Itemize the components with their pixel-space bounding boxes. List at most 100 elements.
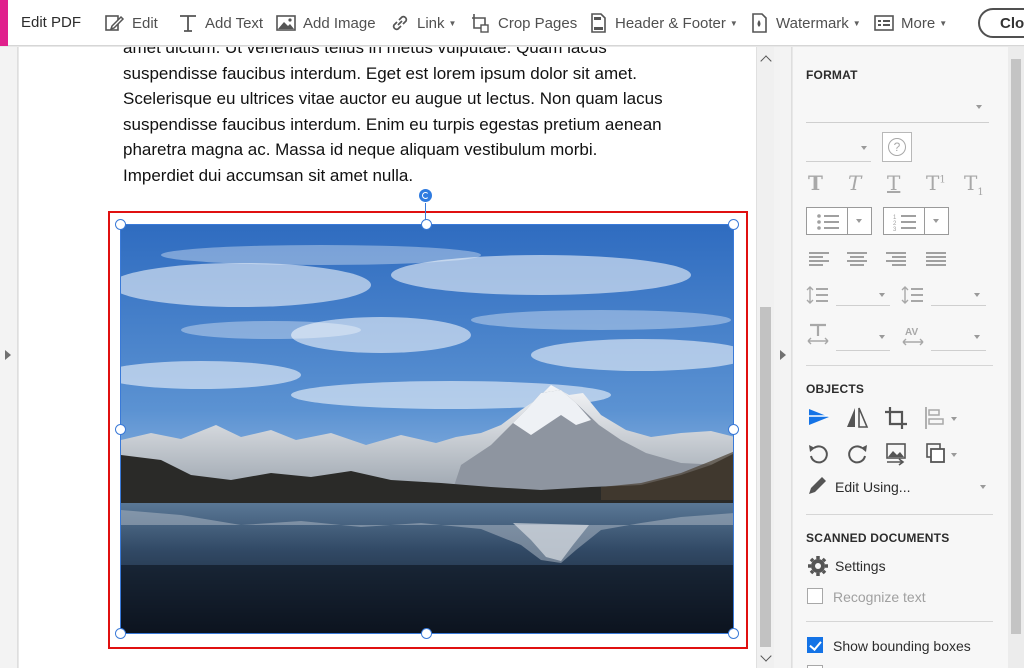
resize-handle-bottom-right[interactable]: [728, 628, 739, 639]
line-spacing-dropdown[interactable]: [836, 305, 890, 306]
header-footer-icon: [591, 13, 606, 33]
line-spacing-caret-icon: [879, 293, 885, 297]
crop-pages-icon: [472, 14, 489, 33]
add-text-label: Add Text: [205, 14, 264, 32]
recognize-text-label: Recognize text: [833, 589, 926, 605]
bullet-list-button[interactable]: [806, 207, 872, 235]
toolbar: Edit PDF Edit Add Text Add Image Link ▼ …: [0, 0, 1024, 46]
subscript-icon[interactable]: T1: [964, 171, 984, 198]
flip-horizontal-icon[interactable]: [844, 405, 870, 431]
align-right-icon[interactable]: [886, 252, 906, 266]
tool-accent-bar: [0, 0, 8, 46]
show-bounding-boxes-checkbox[interactable]: [807, 637, 823, 653]
font-family-dropdown[interactable]: [806, 122, 989, 123]
crop-pages-button[interactable]: Crop Pages: [470, 9, 577, 37]
bold-icon[interactable]: T: [808, 171, 823, 195]
edit-label: Edit: [132, 14, 158, 32]
text-line: pharetra magna ac. Massa id neque aliqua…: [123, 140, 598, 159]
resize-handle-top-left[interactable]: [115, 219, 126, 230]
watermark-label: Watermark: [776, 14, 849, 32]
svg-text:AV: AV: [905, 327, 918, 338]
scroll-up-icon[interactable]: [760, 55, 772, 67]
character-spacing-dropdown[interactable]: [931, 350, 986, 351]
numbered-list-button[interactable]: 123: [883, 207, 949, 235]
rotate-right-icon[interactable]: [844, 441, 870, 467]
svg-text:3: 3: [893, 227, 897, 231]
text-block[interactable]: amet dictum. Ut venenatis tellus in metu…: [123, 47, 723, 188]
resize-handle-bottom-left[interactable]: [115, 628, 126, 639]
show-bounding-boxes-label: Show bounding boxes: [833, 638, 971, 654]
resize-handle-left[interactable]: [115, 424, 126, 435]
more-icon: [874, 15, 894, 31]
panel-scroll-thumb[interactable]: [1011, 59, 1021, 634]
align-objects-caret-icon: [951, 417, 957, 421]
objects-section-title: OBJECTS: [806, 382, 865, 396]
close-button[interactable]: Close: [978, 8, 1024, 38]
horizontal-scaling-caret-icon: [879, 335, 885, 339]
text-icon: [180, 15, 196, 32]
edit-icon: [105, 15, 125, 31]
character-spacing-icon: AV: [902, 327, 924, 346]
text-line: Scelerisque eu ultrices vitae auctor eu …: [123, 89, 663, 108]
rotate-handle-icon[interactable]: [419, 189, 432, 202]
recognize-text-checkbox[interactable]: [807, 588, 823, 604]
add-text-button[interactable]: Add Text: [177, 9, 263, 37]
divider: [806, 514, 993, 515]
header-footer-button[interactable]: Header & Footer ▼: [587, 9, 738, 37]
settings-link[interactable]: Settings: [835, 558, 886, 574]
align-left-icon[interactable]: [809, 252, 829, 266]
edit-using-caret-icon[interactable]: [980, 485, 986, 489]
more-button[interactable]: More ▼: [873, 9, 947, 37]
bullet-list-icon: [817, 214, 839, 230]
arrange-icon[interactable]: [923, 441, 949, 467]
edit-using-label[interactable]: Edit Using...: [835, 479, 910, 495]
horizontal-scaling-icon: [807, 323, 829, 345]
format-panel: FORMAT ? T T T T1 T1 123 AV OBJECTS Edit…: [793, 47, 1024, 668]
arrange-caret-icon: [951, 453, 957, 457]
link-icon: [392, 15, 408, 31]
resize-handle-top-right[interactable]: [728, 219, 739, 230]
justify-icon[interactable]: [926, 252, 946, 266]
scroll-thumb[interactable]: [760, 307, 771, 647]
watermark-button[interactable]: Watermark ▼: [748, 9, 861, 37]
crop-pages-label: Crop Pages: [498, 14, 578, 32]
bullet-list-caret-icon: [856, 219, 862, 223]
superscript-icon[interactable]: T1: [926, 171, 946, 195]
resize-handle-right[interactable]: [728, 424, 739, 435]
resize-handle-bottom[interactable]: [421, 628, 432, 639]
font-size-dropdown[interactable]: [806, 161, 871, 162]
rotate-left-icon[interactable]: [806, 441, 832, 467]
add-image-button[interactable]: Add Image: [275, 9, 376, 37]
horizontal-scaling-dropdown[interactable]: [836, 350, 890, 351]
header-footer-caret-icon: ▼: [729, 18, 738, 28]
text-line: suspendisse faucibus interdum. Enim eu t…: [123, 114, 662, 134]
align-objects-icon[interactable]: [923, 405, 949, 431]
text-line: amet dictum. Ut venenatis tellus in metu…: [123, 47, 607, 57]
edit-button[interactable]: Edit: [104, 9, 158, 37]
panel-scrollbar[interactable]: [1008, 47, 1024, 668]
paragraph-spacing-dropdown[interactable]: [931, 305, 986, 306]
link-label: Link: [417, 14, 445, 32]
help-button[interactable]: ?: [882, 132, 912, 162]
align-center-icon[interactable]: [847, 252, 867, 266]
divider: [806, 365, 993, 366]
pencil-icon: [809, 477, 826, 494]
document-page: amet dictum. Ut venenatis tellus in metu…: [19, 47, 756, 668]
underline-icon[interactable]: T: [887, 171, 900, 195]
crop-image-icon[interactable]: [883, 405, 909, 431]
numbered-list-caret-icon: [933, 219, 939, 223]
format-section-title: FORMAT: [806, 68, 858, 82]
more-label: More: [901, 14, 936, 32]
divider: [806, 621, 993, 622]
resize-handle-top[interactable]: [421, 219, 432, 230]
scroll-down-icon[interactable]: [760, 650, 772, 662]
watermark-caret-icon: ▼: [852, 18, 861, 28]
left-panel-toggle[interactable]: [0, 47, 18, 668]
italic-icon[interactable]: T: [848, 171, 861, 195]
flip-vertical-icon[interactable]: [806, 405, 832, 431]
document-scrollbar[interactable]: [756, 47, 774, 668]
link-button[interactable]: Link ▼: [389, 9, 456, 37]
mountain-lake-image[interactable]: [120, 224, 734, 634]
replace-image-icon[interactable]: [883, 441, 909, 467]
right-panel-toggle[interactable]: [774, 47, 792, 668]
